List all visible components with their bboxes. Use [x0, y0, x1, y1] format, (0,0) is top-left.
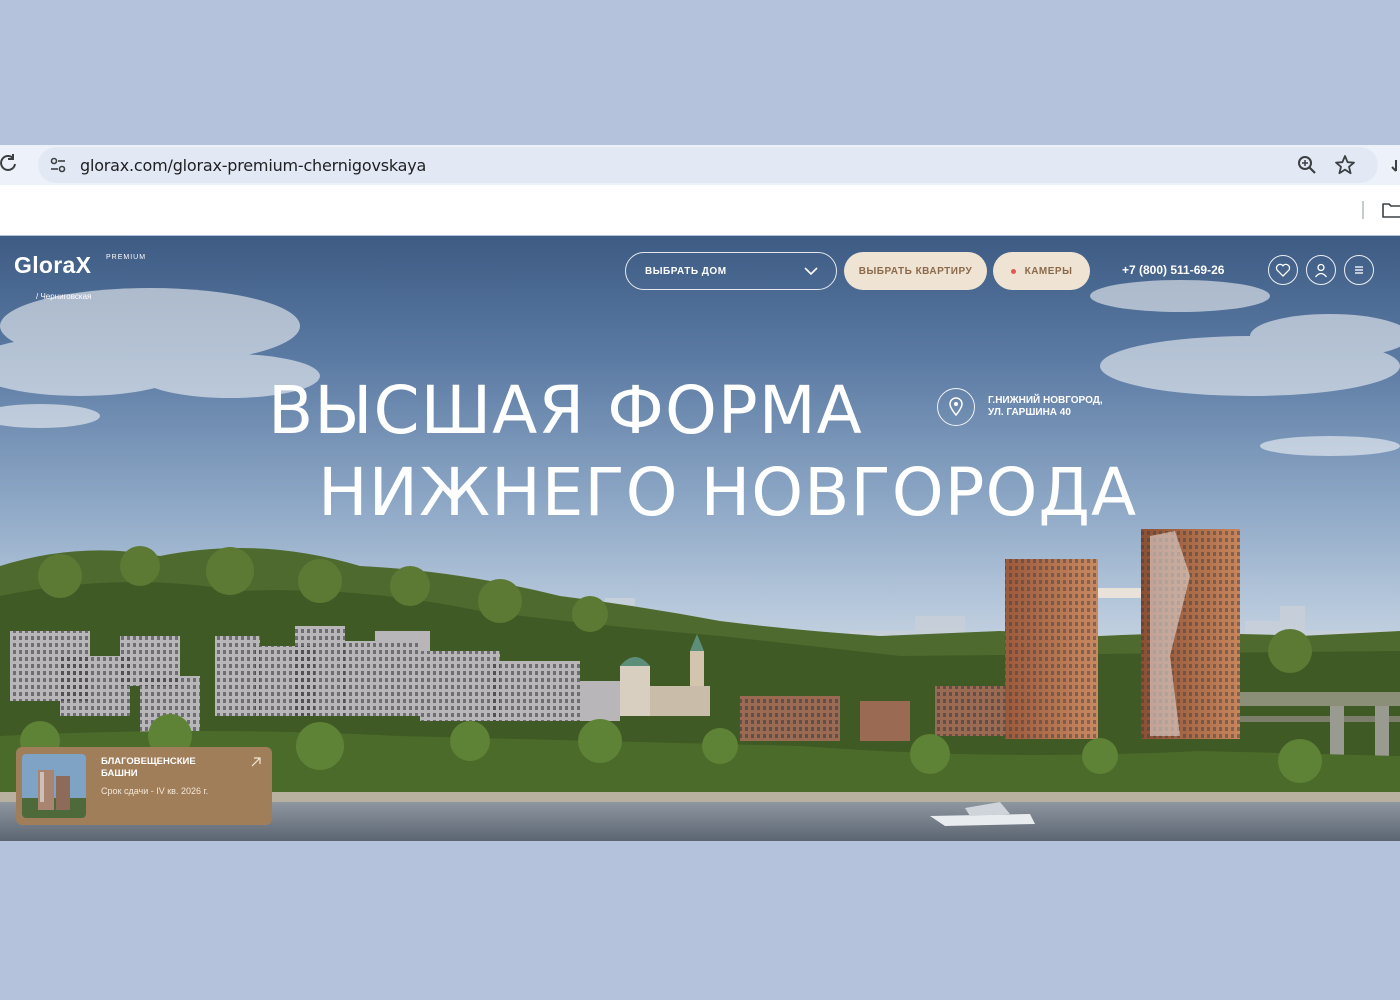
select-apartment-button[interactable]: ВЫБРАТЬ КВАРТИРУ	[844, 252, 987, 290]
hero-section: GloraX PREMIUM / Черниговская ВЫБРАТЬ ДО…	[0, 236, 1400, 841]
heart-icon	[1275, 263, 1291, 277]
cameras-button[interactable]: КАМЕРЫ	[993, 252, 1090, 290]
account-button[interactable]	[1306, 255, 1336, 285]
live-dot-icon	[1010, 268, 1016, 274]
browser-toolbar: glorax.com/glorax-premium-chernigovskaya	[0, 145, 1400, 185]
url-text[interactable]: glorax.com/glorax-premium-chernigovskaya	[80, 156, 426, 175]
logo-subtitle: / Черниговская	[36, 292, 92, 301]
bookmarks-divider	[1362, 201, 1364, 219]
select-house-dropdown[interactable]: ВЫБРАТЬ ДОМ	[625, 252, 837, 290]
brand-logo[interactable]: GloraX PREMIUM / Черниговская	[14, 252, 154, 306]
location-button[interactable]	[937, 388, 975, 426]
tune-icon[interactable]	[48, 155, 68, 175]
project-completion-date: Срок сдачи - IV кв. 2026 г.	[101, 786, 209, 796]
project-title: БЛАГОВЕЩЕНСКИЕ БАШНИ	[101, 756, 196, 779]
logo-tag: PREMIUM	[106, 254, 147, 261]
address-line-2: УЛ. ГАРШИНА 40	[988, 407, 1071, 418]
folder-icon[interactable]	[1382, 201, 1400, 219]
user-icon	[1314, 263, 1328, 278]
hero-title-line-2: НИЖНЕГО НОВГОРОДА	[318, 454, 1138, 531]
star-icon[interactable]	[1334, 154, 1356, 176]
reload-icon[interactable]	[0, 153, 20, 175]
hero-title-line-1: ВЫСШАЯ ФОРМА	[268, 372, 863, 449]
browser-chrome: glorax.com/glorax-premium-chernigovskaya	[0, 145, 1400, 235]
address-text: Г.НИЖНИЙ НОВГОРОД, УЛ. ГАРШИНА 40	[988, 395, 1103, 419]
download-icon[interactable]	[1390, 157, 1400, 177]
menu-button[interactable]	[1344, 255, 1374, 285]
phone-link[interactable]: +7 (800) 511-69-26	[1122, 263, 1224, 277]
zoom-icon[interactable]	[1296, 154, 1318, 176]
cameras-label: КАМЕРЫ	[1024, 265, 1073, 277]
logo-wordmark: GloraX	[14, 252, 92, 278]
arrow-up-right-icon	[251, 757, 261, 767]
menu-icon	[1355, 266, 1363, 274]
select-apartment-label: ВЫБРАТЬ КВАРТИРУ	[858, 265, 973, 277]
bookmarks-bar	[0, 185, 1400, 235]
project-thumbnail	[22, 754, 86, 818]
address-line-1: Г.НИЖНИЙ НОВГОРОД,	[988, 395, 1103, 406]
favorites-button[interactable]	[1268, 255, 1298, 285]
chevron-down-icon	[804, 267, 818, 276]
project-card[interactable]: БЛАГОВЕЩЕНСКИЕ БАШНИ Срок сдачи - IV кв.…	[16, 747, 272, 825]
select-house-label: ВЫБРАТЬ ДОМ	[645, 265, 727, 277]
address-bar[interactable]: glorax.com/glorax-premium-chernigovskaya	[38, 147, 1378, 183]
location-pin-icon	[949, 397, 963, 417]
